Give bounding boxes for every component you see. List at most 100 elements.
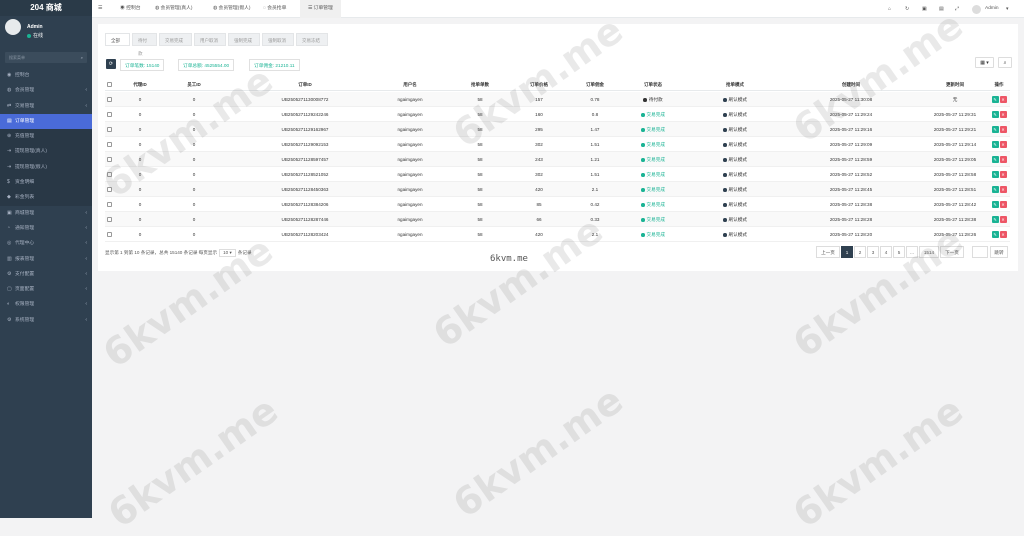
- sidebar-item-12[interactable]: ▥ 报表管理 ‹: [0, 252, 92, 267]
- refresh-button[interactable]: ⟳: [106, 59, 116, 69]
- filter-tab-4[interactable]: 强制完成: [228, 33, 260, 46]
- sidebar-item-10[interactable]: ◔ 通知管理 ‹: [0, 221, 92, 236]
- select-all-checkbox[interactable]: [105, 79, 114, 91]
- page-button-8[interactable]: 下一页: [940, 246, 964, 258]
- row-checkbox[interactable]: [105, 107, 114, 122]
- column-header-8[interactable]: 抢单模式: [695, 79, 775, 91]
- page-size-select[interactable]: 10 ▾: [219, 249, 236, 257]
- sidebar-item-7[interactable]: $ 资金明细: [0, 175, 92, 191]
- delete-button[interactable]: ✕: [999, 96, 1007, 104]
- edit-button[interactable]: ✎: [991, 231, 999, 239]
- columns-toggle-button[interactable]: ▦ ▾: [975, 57, 994, 68]
- delete-button[interactable]: ✕: [999, 126, 1007, 134]
- admin-name[interactable]: Admin: [985, 0, 999, 18]
- column-header-1[interactable]: 员工ID: [169, 79, 219, 91]
- sidebar-item-2[interactable]: ⇄ 交易管理 ‹: [0, 99, 92, 114]
- row-checkbox[interactable]: [105, 212, 114, 227]
- menu-search-input[interactable]: 搜索菜单 ⌕: [5, 52, 87, 63]
- sidebar-toggle-icon[interactable]: ☰: [98, 0, 102, 18]
- tab-grab-orders[interactable]: ◌ 会员抢单: [256, 0, 293, 18]
- column-header-5[interactable]: 订单价格: [507, 79, 571, 91]
- tab-order-management[interactable]: ☰ 订单管理: [300, 0, 341, 18]
- page-button-3[interactable]: 3: [867, 246, 879, 258]
- sidebar-item-5[interactable]: ⇥ 提现管理(真人): [0, 144, 92, 160]
- home-icon[interactable]: ⌂: [888, 0, 891, 18]
- row-checkbox[interactable]: [105, 122, 114, 137]
- refresh-icon[interactable]: ↻: [905, 0, 909, 18]
- sidebar-item-15[interactable]: ◐ 权限管理 ‹: [0, 297, 92, 312]
- row-checkbox[interactable]: [105, 137, 114, 152]
- filter-tab-2[interactable]: 交易完成: [159, 33, 192, 46]
- sidebar-item-6[interactable]: ⇥ 提现管理(假人): [0, 159, 92, 176]
- sidebar-item-14[interactable]: ▢ 页面配置 ‹: [0, 282, 92, 297]
- sidebar-item-8[interactable]: ◆ 彩金列表: [0, 190, 92, 206]
- fullscreen-icon[interactable]: ⤢: [955, 0, 959, 18]
- delete-button[interactable]: ✕: [999, 186, 1007, 194]
- column-header-9[interactable]: 创建时间: [803, 79, 899, 91]
- page-button-0[interactable]: 上一页: [816, 246, 840, 258]
- page-button-2[interactable]: 2: [854, 246, 866, 258]
- clear-icon[interactable]: ▣: [922, 0, 927, 18]
- column-header-0[interactable]: 代理ID: [119, 79, 161, 91]
- delete-button[interactable]: ✕: [999, 216, 1007, 224]
- row-checkbox[interactable]: [105, 167, 114, 182]
- avatar[interactable]: [5, 19, 21, 35]
- delete-button[interactable]: ✕: [999, 201, 1007, 209]
- filter-tab-3[interactable]: 用户取消: [194, 33, 226, 46]
- edit-button[interactable]: ✎: [991, 141, 999, 149]
- edit-button[interactable]: ✎: [991, 201, 999, 209]
- page-button-1[interactable]: 1: [841, 246, 853, 258]
- lock-icon[interactable]: ▤: [939, 0, 944, 18]
- edit-button[interactable]: ✎: [991, 111, 999, 119]
- delete-button[interactable]: ✕: [999, 171, 1007, 179]
- row-checkbox[interactable]: [105, 182, 114, 197]
- column-header-3[interactable]: 用户名: [370, 79, 450, 91]
- delete-button[interactable]: ✕: [999, 111, 1007, 119]
- edit-button[interactable]: ✎: [991, 96, 999, 104]
- withdraw-icon: ⇥: [7, 163, 12, 170]
- delete-button[interactable]: ✕: [999, 141, 1007, 149]
- search-icon[interactable]: ⌕: [81, 52, 83, 63]
- filter-tab-0[interactable]: 全部: [105, 33, 130, 46]
- sidebar-item-16[interactable]: ⚙ 系统管理 ‹: [0, 313, 92, 328]
- row-checkbox[interactable]: [105, 152, 114, 167]
- row-checkbox[interactable]: [105, 92, 114, 107]
- tab-dashboard[interactable]: ◉ 控制台: [112, 0, 149, 18]
- page-button-6[interactable]: ...: [906, 246, 918, 258]
- delete-button[interactable]: ✕: [999, 231, 1007, 239]
- filter-tab-6[interactable]: 交易冻结: [296, 33, 328, 46]
- sidebar-item-4[interactable]: ⊕ 充值管理: [0, 129, 92, 145]
- sidebar-item-1[interactable]: ◍ 会员管理 ‹: [0, 83, 92, 98]
- delete-button[interactable]: ✕: [999, 156, 1007, 164]
- edit-button[interactable]: ✎: [991, 186, 999, 194]
- tab-members-real[interactable]: ◍ 会员管理(真人): [148, 0, 200, 18]
- jump-button[interactable]: 跳转: [990, 246, 1008, 258]
- admin-avatar[interactable]: [972, 5, 981, 14]
- jump-page-input[interactable]: [972, 246, 988, 258]
- sidebar-item-3[interactable]: ▤ 订单管理: [0, 113, 92, 130]
- chevron-down-icon[interactable]: ▾: [1006, 0, 1009, 18]
- sidebar-item-9[interactable]: ▣ 商城管理 ‹: [0, 206, 92, 221]
- edit-button[interactable]: ✎: [991, 171, 999, 179]
- edit-button[interactable]: ✎: [991, 126, 999, 134]
- column-header-11[interactable]: 操作: [985, 79, 1013, 91]
- table-cell: ngaimgayen: [370, 107, 450, 122]
- column-header-4[interactable]: 抢单单数: [450, 79, 510, 91]
- cell-text: 刷认模式: [728, 187, 747, 192]
- row-checkbox[interactable]: [105, 227, 114, 242]
- sidebar-item-0[interactable]: ◉ 控制台: [0, 68, 92, 83]
- page-button-5[interactable]: 5: [893, 246, 905, 258]
- sidebar-item-13[interactable]: ⚙ 支付配置 ‹: [0, 267, 92, 282]
- sidebar-item-11[interactable]: ◎ 代理中心 ‹: [0, 236, 92, 251]
- column-header-7[interactable]: 订单状态: [613, 79, 693, 91]
- row-checkbox[interactable]: [105, 197, 114, 212]
- filter-tab-5[interactable]: 强制取消: [262, 33, 294, 46]
- page-button-7[interactable]: 1514: [919, 246, 939, 258]
- page-button-4[interactable]: 4: [880, 246, 892, 258]
- edit-button[interactable]: ✎: [991, 216, 999, 224]
- edit-button[interactable]: ✎: [991, 156, 999, 164]
- filter-tab-1[interactable]: 待付款: [132, 33, 157, 56]
- column-header-2[interactable]: 订单ID: [280, 79, 330, 91]
- search-toggle-button[interactable]: ⌕: [998, 57, 1012, 68]
- tab-members-fake[interactable]: ◍ 会员管理(假人): [206, 0, 258, 18]
